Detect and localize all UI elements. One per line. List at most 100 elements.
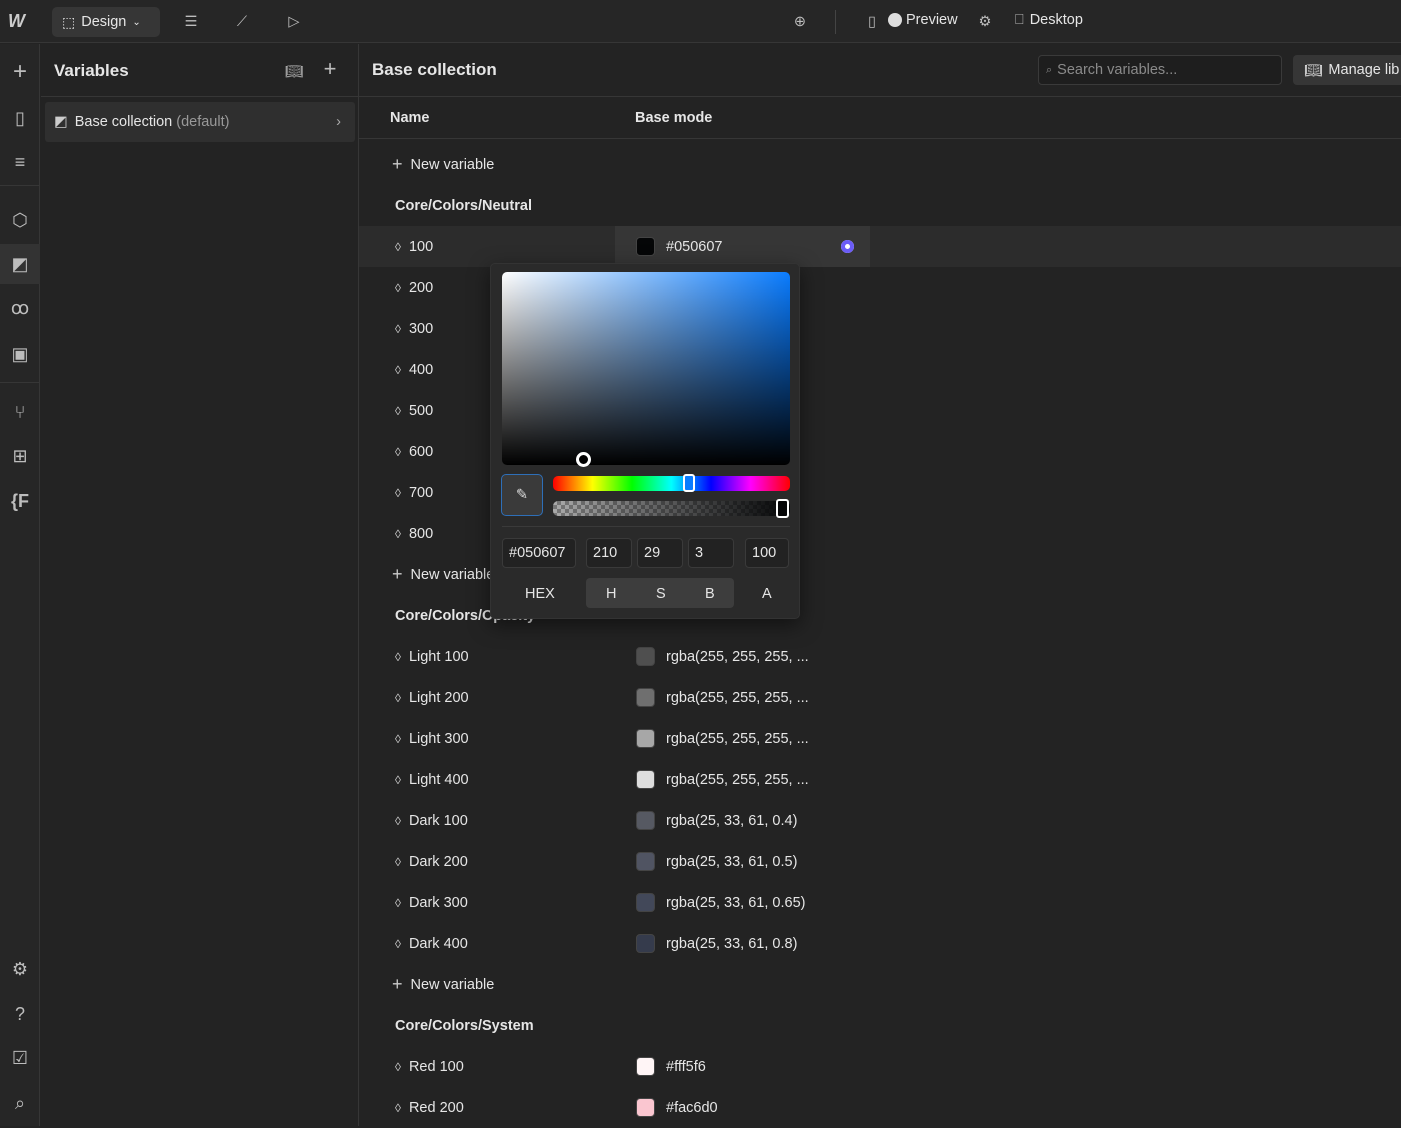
- color-drop-icon: ◊: [395, 690, 401, 705]
- color-swatch[interactable]: [636, 1057, 655, 1076]
- search-icon: ⌕: [1046, 63, 1053, 76]
- color-swatch[interactable]: [636, 237, 655, 256]
- help-icon[interactable]: ?: [0, 994, 40, 1034]
- styles-icon[interactable]: ꝏ: [0, 288, 40, 328]
- variable-row[interactable]: ◊ Red 200 #fac6d0: [359, 1087, 1401, 1128]
- apps-icon[interactable]: ⊞: [0, 436, 40, 476]
- divider: [835, 10, 836, 34]
- color-swatch[interactable]: [636, 770, 655, 789]
- settings-icon[interactable]: ⚙: [0, 949, 40, 989]
- compass-icon: [888, 13, 902, 27]
- design-mode-button[interactable]: ⬚ Design ⌄: [52, 7, 160, 37]
- color-drop-icon: ◊: [395, 936, 401, 951]
- color-drop-icon: ◊: [395, 895, 401, 910]
- search-icon[interactable]: ⌕: [0, 1083, 40, 1123]
- variable-row[interactable]: ◊ Light 300 rgba(255, 255, 255, ...: [359, 718, 1401, 759]
- page-icon[interactable]: ▯: [862, 11, 882, 33]
- logic-icon[interactable]: ⑂: [0, 392, 40, 432]
- variable-row[interactable]: ◊ Red 100 #fff5f6: [359, 1046, 1401, 1087]
- fonts-icon[interactable]: {F: [0, 481, 40, 521]
- webflow-logo-icon[interactable]: W: [8, 11, 25, 32]
- panel-title: Variables: [54, 61, 129, 80]
- variable-row[interactable]: ◊ Light 200 rgba(255, 255, 255, ...: [359, 677, 1401, 718]
- plus-icon: +: [392, 564, 403, 584]
- mode-a-button[interactable]: A: [762, 586, 772, 602]
- color-drop-icon: ◊: [395, 444, 401, 459]
- variable-row[interactable]: ◊ Dark 400 rgba(25, 33, 61, 0.8): [359, 923, 1401, 964]
- color-drop-icon: ◊: [395, 854, 401, 869]
- add-collection-icon[interactable]: +: [319, 56, 341, 81]
- variable-row[interactable]: ◊ Dark 100 rgba(25, 33, 61, 0.4): [359, 800, 1401, 841]
- hex-input[interactable]: #050607: [502, 538, 576, 568]
- variable-group: Core/Colors/System: [359, 1005, 1401, 1046]
- color-swatch[interactable]: [636, 811, 655, 830]
- mode-b-button[interactable]: B: [705, 586, 715, 602]
- mode-h-button[interactable]: H: [606, 586, 616, 602]
- variables-icon[interactable]: ◩: [0, 244, 40, 284]
- chevron-right-icon: ›: [336, 114, 341, 130]
- color-drop-icon: ◊: [395, 280, 401, 295]
- left-rail: + ▯ ≡ ⬡ ◩ ꝏ ▣ ⑂ ⊞ {F ⚙ ? ☑ ⌕: [0, 44, 40, 1126]
- alpha-slider-handle[interactable]: [776, 499, 789, 518]
- manage-libraries-button[interactable]: 📖︎ Manage lib: [1293, 55, 1401, 85]
- new-variable-button[interactable]: + New variable: [359, 964, 1401, 1005]
- components-icon[interactable]: ⬡: [0, 200, 40, 240]
- top-bar: W ⬚ Design ⌄ ☰ ⟋ ▷ ⊕ ▯ Preview ⚙ ⎕ Desktop: [0, 0, 1401, 43]
- breakpoint-button[interactable]: ⎕ Desktop: [1015, 12, 1083, 28]
- add-icon[interactable]: +: [0, 52, 40, 92]
- variable-row[interactable]: ◊ Light 100 rgba(255, 255, 255, ...: [359, 636, 1401, 677]
- color-swatch[interactable]: [636, 852, 655, 871]
- color-drop-icon: ◊: [395, 731, 401, 746]
- mode-s-button[interactable]: S: [656, 586, 666, 602]
- color-drop-icon: ◊: [395, 526, 401, 541]
- desktop-icon: ⎕: [1015, 12, 1024, 28]
- mode-hex-button[interactable]: HEX: [525, 586, 555, 602]
- hue-slider[interactable]: [553, 476, 790, 491]
- group-label: Core/Colors/System: [395, 1017, 534, 1034]
- variables-panel: Variables 📖︎ + ◩ Base collection (defaul…: [41, 44, 359, 1126]
- hue-input[interactable]: 210: [586, 538, 632, 568]
- variable-row[interactable]: ◊ Light 400 rgba(255, 255, 255, ...: [359, 759, 1401, 800]
- pages-icon[interactable]: ▯: [0, 98, 40, 138]
- collection-item-base[interactable]: ◩ Base collection (default) ›: [45, 102, 355, 142]
- color-swatch[interactable]: [636, 893, 655, 912]
- globe-icon[interactable]: ⊕: [789, 11, 811, 33]
- color-drop-icon: ◊: [395, 1100, 401, 1115]
- chevron-down-icon: ⌄: [132, 16, 141, 28]
- navigator-icon[interactable]: ≡: [0, 142, 40, 182]
- library-icon[interactable]: 📖︎: [283, 60, 305, 82]
- hue-slider-handle[interactable]: [683, 474, 695, 492]
- color-drop-icon: ◊: [395, 485, 401, 500]
- search-input[interactable]: ⌕ Search variables...: [1038, 55, 1282, 85]
- assets-icon[interactable]: ▣: [0, 334, 40, 374]
- eyedropper-button[interactable]: ✎: [501, 474, 543, 516]
- column-header-name: Name: [390, 110, 430, 126]
- color-drop-icon: ◊: [395, 649, 401, 664]
- color-swatch[interactable]: [636, 688, 655, 707]
- variable-row[interactable]: ◊ Dark 200 rgba(25, 33, 61, 0.5): [359, 841, 1401, 882]
- alpha-input[interactable]: 100: [745, 538, 789, 568]
- analytics-icon[interactable]: ⟋: [231, 11, 253, 33]
- saturation-input[interactable]: 29: [637, 538, 683, 568]
- color-swatch[interactable]: [636, 647, 655, 666]
- alpha-slider[interactable]: [553, 501, 790, 516]
- color-swatch[interactable]: [636, 934, 655, 953]
- color-handle[interactable]: [576, 452, 591, 467]
- plus-icon: +: [392, 974, 403, 994]
- settings-icon[interactable]: ⚙: [974, 11, 996, 33]
- color-swatch[interactable]: [636, 1098, 655, 1117]
- variable-row[interactable]: ◊ Dark 300 rgba(25, 33, 61, 0.65): [359, 882, 1401, 923]
- color-drop-icon: ◊: [395, 362, 401, 377]
- saturation-brightness-area[interactable]: [502, 272, 790, 465]
- collection-icon: ◩: [54, 114, 68, 130]
- database-icon[interactable]: ☰: [180, 11, 202, 33]
- preview-button[interactable]: Preview: [888, 12, 958, 28]
- variable-row[interactable]: ◊ 100 #050607: [359, 226, 1401, 267]
- brightness-input[interactable]: 3: [688, 538, 734, 568]
- variable-group: Core/Colors/Neutral: [359, 185, 1401, 226]
- color-swatch[interactable]: [636, 729, 655, 748]
- new-variable-button[interactable]: + New variable: [359, 144, 1401, 185]
- cursor-icon: ⬚: [62, 13, 76, 30]
- audit-icon[interactable]: ☑: [0, 1038, 40, 1078]
- play-icon[interactable]: ▷: [283, 11, 305, 33]
